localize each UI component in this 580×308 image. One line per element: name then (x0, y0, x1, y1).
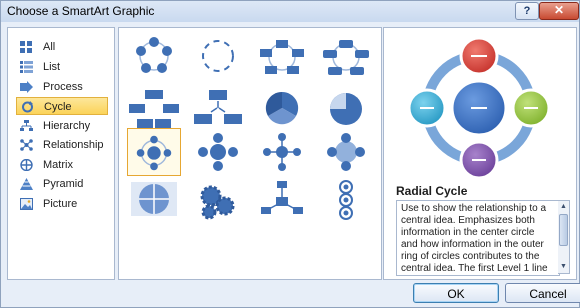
layout-nondirectional-cycle[interactable] (319, 32, 373, 80)
layout-text-cycle[interactable] (191, 32, 245, 80)
category-label: Pyramid (43, 178, 84, 190)
layout-gallery (118, 27, 382, 280)
list-icon (20, 61, 33, 73)
description-scrollbar[interactable]: ▲ ▼ (558, 200, 570, 274)
layout-continuous-cycle[interactable] (127, 84, 181, 132)
category-list-item[interactable]: List (16, 58, 108, 76)
description-box: Use to show the relationship to a centra… (396, 200, 560, 276)
layout-cycle-diagram[interactable] (127, 176, 181, 224)
radial-cycle-preview (407, 36, 551, 178)
category-picture[interactable]: Picture (16, 195, 108, 213)
category-list: All List Process Cycle Hierarchy Relatio… (7, 27, 115, 280)
matrix-icon (20, 159, 33, 171)
layout-block-cycle[interactable] (255, 32, 309, 80)
help-button[interactable]: ? (515, 2, 539, 20)
hierarchy-icon (20, 120, 33, 131)
category-label: Hierarchy (43, 120, 91, 132)
category-process[interactable]: Process (16, 78, 108, 96)
category-label: Matrix (43, 159, 73, 171)
layout-cycle-matrix[interactable] (319, 84, 373, 132)
layout-radial-cycle[interactable] (127, 128, 181, 176)
all-icon (20, 41, 32, 53)
relationship-icon (20, 139, 33, 151)
category-label: Process (43, 81, 83, 93)
category-all[interactable]: All (16, 38, 108, 56)
close-button[interactable]: ✕ (539, 2, 579, 20)
cycle-icon (22, 101, 33, 113)
layout-radial-cluster[interactable] (255, 176, 309, 224)
smartart-dialog: Choose a SmartArt Graphic ? ✕ All List P… (0, 0, 580, 308)
title-bar: Choose a SmartArt Graphic ? ✕ (1, 1, 579, 22)
layout-radial-venn[interactable] (319, 128, 373, 176)
layout-description: Use to show the relationship to a centra… (401, 203, 548, 274)
category-relationship[interactable]: Relationship (16, 136, 108, 154)
picture-icon (20, 198, 33, 210)
scroll-up-icon[interactable]: ▲ (559, 202, 568, 212)
category-label: Cycle (44, 101, 72, 113)
category-hierarchy[interactable]: Hierarchy (16, 117, 108, 135)
cancel-button[interactable]: Cancel (505, 283, 580, 303)
preview-title: Radial Cycle (396, 184, 468, 198)
layout-diverging-radial[interactable] (255, 128, 309, 176)
category-cycle[interactable]: Cycle (16, 97, 108, 115)
scroll-down-icon[interactable]: ▼ (559, 262, 568, 272)
ok-button[interactable]: OK (413, 283, 499, 303)
category-label: Relationship (43, 139, 104, 151)
layout-gear-radial[interactable] (191, 128, 245, 176)
category-label: All (43, 41, 56, 53)
layout-segmented-cycle[interactable] (255, 84, 309, 132)
category-pyramid[interactable]: Pyramid (16, 175, 108, 193)
process-icon (20, 81, 33, 93)
category-matrix[interactable]: Matrix (16, 156, 108, 174)
pyramid-icon (20, 178, 33, 190)
layout-multidirectional-cycle[interactable] (191, 84, 245, 132)
category-label: List (43, 61, 61, 73)
preview-panel: Radial Cycle Use to show the relationshi… (383, 27, 577, 280)
scroll-thumb[interactable] (559, 214, 568, 246)
layout-basic-cycle[interactable] (127, 32, 181, 80)
category-label: Picture (43, 198, 78, 210)
layout-gear[interactable] (191, 176, 245, 224)
layout-circle-arrow-process[interactable] (319, 176, 373, 224)
dialog-title: Choose a SmartArt Graphic (7, 4, 155, 18)
